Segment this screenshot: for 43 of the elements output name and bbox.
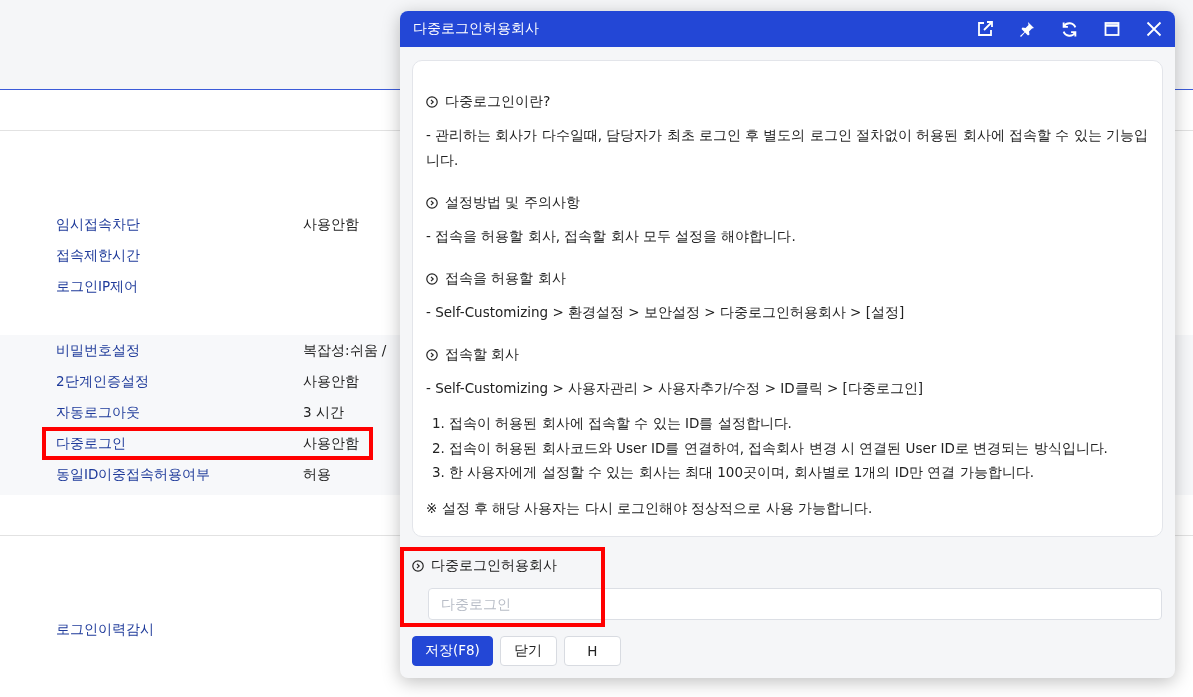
setting-link[interactable]: 임시접속차단 <box>56 215 303 234</box>
list-item: 3. 한 사용자에게 설정할 수 있는 회사는 최대 100곳이며, 회사별로 1개의 ID만 연결 가능합니다. <box>432 463 1035 482</box>
setting-link[interactable]: 다중로그인 <box>56 434 303 453</box>
list-item: 2. 접속이 허용된 회사코드와 User ID를 연결하여, 접속회사 변경 시 연결된 User ID로 변경되는 방식입니다. <box>432 438 1109 458</box>
setting-link[interactable]: 2단계인증설정 <box>56 372 303 391</box>
setting-value: 복잡성:쉬움 / <box>303 341 387 360</box>
paragraph: - 관리하는 회사가 다수일때, 담당자가 최초 로그인 후 별도의 로그인 절차없이 허용된 회사에 접속할 수 있는 기능입니다. <box>426 126 1148 170</box>
dialog-title: 다중로그인허용회사 <box>413 20 539 38</box>
paragraph: - Self-Customizing > 사용자관리 > 사용자추가/수정 > ID클릭 > [다중로그인] <box>426 379 925 398</box>
paragraph: - Self-Customizing > 환경설정 > 보안설정 > 다중로그인허용회사 > [설정] <box>426 303 906 322</box>
external-link-icon[interactable] <box>977 21 993 37</box>
input-field[interactable]: 다중로그인 <box>428 588 1162 620</box>
section-heading: 접속할 회사 <box>445 345 520 364</box>
section-heading: 설정방법 및 주의사항 <box>445 193 580 212</box>
setting-link[interactable]: 비밀번호설정 <box>56 341 303 360</box>
maximize-icon[interactable] <box>1104 21 1120 37</box>
chevron-circle-icon <box>426 272 438 285</box>
setting-link[interactable]: 접속제한시간 <box>56 246 303 265</box>
field-label: 다중로그인허용회사 <box>431 556 557 575</box>
note-text: ※ 설정 후 해당 사용자는 다시 로그인해야 정상적으로 사용 가능합니다. <box>426 498 874 518</box>
section-heading: 다중로그인이란? <box>445 92 551 111</box>
setting-value: 사용안함 <box>303 372 359 391</box>
setting-value: 3 시간 <box>303 403 344 422</box>
setting-link[interactable]: 동일ID이중접속허용여부 <box>56 465 303 484</box>
setting-link[interactable]: 자동로그아웃 <box>56 403 303 422</box>
pin-icon[interactable] <box>1019 21 1035 37</box>
list-item: 1. 접속이 허용된 회사에 접속할 수 있는 ID를 설정합니다. <box>432 414 793 433</box>
dialog-button[interactable]: H <box>563 636 621 666</box>
setting-link[interactable]: 로그인이력감시 <box>56 620 303 639</box>
setting-value: 허용 <box>303 465 331 484</box>
setting-value: 사용안함 <box>303 215 359 234</box>
chevron-circle-icon <box>426 348 438 361</box>
chevron-circle-icon <box>426 95 438 108</box>
save-button[interactable]: 저장(F8) <box>412 636 493 666</box>
setting-value: 사용안함 <box>303 434 359 453</box>
chevron-circle-icon <box>426 196 438 209</box>
close-icon[interactable] <box>1146 21 1162 37</box>
chevron-circle-icon <box>412 559 424 572</box>
setting-link[interactable]: 로그인IP제어 <box>56 277 303 296</box>
refresh-icon[interactable] <box>1061 20 1078 38</box>
dialog-button[interactable]: 닫기 <box>499 636 557 666</box>
section-heading: 접속을 허용할 회사 <box>445 269 566 288</box>
paragraph: - 접속을 허용할 회사, 접속할 회사 모두 설정을 해야합니다. <box>426 227 797 246</box>
